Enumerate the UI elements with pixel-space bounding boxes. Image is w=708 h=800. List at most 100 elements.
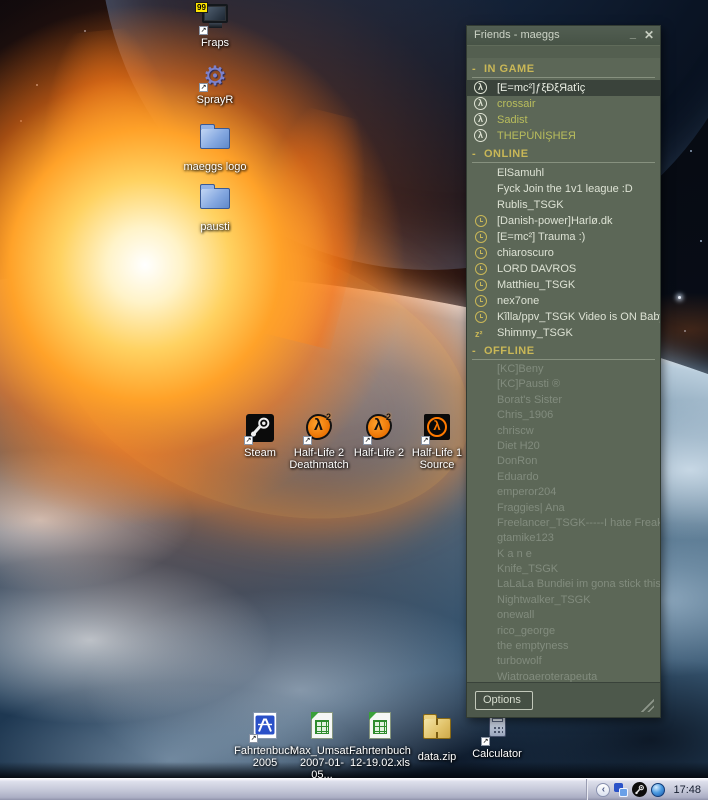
friend-row-e-mc-a-i[interactable]: λ[E=mc²]ƒξÐξЯaťiç xyxy=(467,80,660,96)
friend-row-matthieu-tsgk[interactable]: Matthieu_TSGK xyxy=(467,277,660,293)
desktop-icon-maeggs-logo[interactable]: maeggs logo xyxy=(177,121,253,173)
calculator-icon xyxy=(489,715,506,737)
friend-name: Wiatroaeroterapeuta xyxy=(497,671,597,682)
tray-blue-orb-icon[interactable] xyxy=(651,783,665,797)
tray-messenger-icon[interactable] xyxy=(614,783,628,797)
excel-file-icon xyxy=(311,712,333,739)
minimize-button[interactable]: _ xyxy=(630,29,636,42)
shortcut-arrow-icon: ↗ xyxy=(249,734,258,743)
friend-row-chriscw[interactable]: chriscw xyxy=(467,424,660,439)
tray-hide-icons-chevron-icon[interactable]: ‹ xyxy=(596,783,610,797)
friend-name: emperor204 xyxy=(497,486,556,498)
friend-row-sadist[interactable]: λSadist xyxy=(467,112,660,128)
shortcut-arrow-icon: ↗ xyxy=(199,83,208,92)
friend-row-kc-pausti[interactable]: [KC]Pausti ® xyxy=(467,377,660,392)
friend-row-knife-tsgk[interactable]: Knife_TSGK xyxy=(467,562,660,577)
friend-row-onewall[interactable]: onewall xyxy=(467,608,660,623)
excel-icon-art xyxy=(363,712,397,743)
friend-row-diet-h20[interactable]: Diet H20 xyxy=(467,439,660,454)
friend-row-turbowolf[interactable]: turbowolf xyxy=(467,654,660,669)
friend-row-lalala-bundiei-im-gona-stick-this-way-lalala[interactable]: LaLaLa Bundiei im gona stick this way, L… xyxy=(467,577,660,592)
icon-label: Max_Umsat...2007-01-05... xyxy=(290,745,354,778)
desktop-icon-fraps[interactable]: 99↗ Fraps xyxy=(177,1,253,49)
resize-grip[interactable] xyxy=(638,698,654,712)
section-header-label: ONLINE xyxy=(484,148,529,160)
friend-row-nex7one[interactable]: nex7one xyxy=(467,293,660,309)
section-collapse-toggle[interactable]: - xyxy=(472,148,476,160)
in-game-status-icon: λ xyxy=(474,97,487,110)
shortcut-arrow-icon: ↗ xyxy=(244,436,253,445)
shortcut-arrow-icon: ↗ xyxy=(363,436,372,445)
friend-row-danish-power-harl-dk[interactable]: [Danish-power]Harlø.dk xyxy=(467,213,660,229)
friend-row-freelancer-tsgk-i-hate-freaking-posers[interactable]: Freelancer_TSGK-----I hate Freaking POSE… xyxy=(467,516,660,531)
friend-name: Nightwalker_TSGK xyxy=(497,594,591,606)
friend-row-e-mc-trauma[interactable]: [E=mc²] Trauma :) xyxy=(467,229,660,245)
friend-row-nightwalker-tsgk[interactable]: Nightwalker_TSGK xyxy=(467,593,660,608)
friend-name: Freelancer_TSGK-----I hate Freaking POSE… xyxy=(497,517,660,529)
friend-row-kc-beny[interactable]: [KC]Beny xyxy=(467,362,660,377)
friend-row-chiaroscuro[interactable]: chiaroscuro xyxy=(467,245,660,261)
friends-window-title: Friends - maeggs xyxy=(474,29,560,41)
icon-label: Fahrtenbuch2005 xyxy=(233,745,297,769)
away-clock-icon xyxy=(475,215,487,227)
icon-label: Half-Life 1Source xyxy=(405,447,469,471)
friend-row-shimmy-tsgk[interactable]: z²Shimmy_TSGK xyxy=(467,325,660,341)
desktop-icon-sprayr[interactable]: ⚙↗SprayR xyxy=(177,61,253,106)
fraps-icon-art: 99↗ xyxy=(198,4,232,35)
hl1-icon-art: λ↗ xyxy=(420,414,454,445)
desktop-icon-steam[interactable]: ↗ Steam xyxy=(228,413,292,459)
desktop-icon-half-life-2[interactable]: λ2↗Half-Life 2 xyxy=(347,413,411,459)
friend-row-wiatroaeroterapeuta[interactable]: Wiatroaeroterapeuta xyxy=(467,670,660,682)
snooze-icon: z² xyxy=(475,326,483,341)
icon-label: Fraps xyxy=(177,37,253,49)
friend-row-chris-1906[interactable]: Chris_1906 xyxy=(467,408,660,423)
desktop-icon-pausti[interactable]: pausti xyxy=(177,181,253,233)
icon-label: Steam xyxy=(228,447,292,459)
friend-row-k-lla-ppv-tsgk-video-is-on-baby-4-real[interactable]: Kĩlla/ppv_TSGK Video is ON Baby 4 real !… xyxy=(467,309,660,325)
friend-row-gtamike123[interactable]: gtamike123 xyxy=(467,531,660,546)
options-button[interactable]: Options xyxy=(475,691,533,710)
friends-window-titlebar[interactable]: Friends - maeggs _ ✕ xyxy=(467,26,660,45)
close-button[interactable]: ✕ xyxy=(644,26,654,45)
desktop-icon-half-life-1-source[interactable]: λ↗Half-Life 1Source xyxy=(405,413,469,471)
excel-file-icon xyxy=(369,712,391,739)
desktop[interactable]: 99↗Fraps⚙↗SprayRmaeggs logopausti↗Steamλ… xyxy=(0,0,708,778)
desktop-icon-fahrtenbuch-2005[interactable]: ↗ Fahrtenbuch2005 xyxy=(233,711,297,769)
system-tray: ‹ 17:48 xyxy=(586,779,708,800)
desktop-icon-calculator[interactable]: ↗Calculator xyxy=(465,711,529,760)
desktop-icon-data-zip[interactable]: data.zip xyxy=(405,711,469,763)
friend-name: [E=mc²]ƒξÐξЯaťiç xyxy=(497,82,585,94)
away-clock-icon xyxy=(475,311,487,323)
friend-row-borat-s-sister[interactable]: Borat's Sister xyxy=(467,393,660,408)
friend-name: gtamike123 xyxy=(497,532,554,544)
hl2-icon-art: λ2↗ xyxy=(302,414,336,445)
tray-steam-icon[interactable] xyxy=(632,782,647,797)
friend-row-emperor204[interactable]: emperor204 xyxy=(467,485,660,500)
friend-name: Borat's Sister xyxy=(497,394,562,406)
section-collapse-toggle[interactable]: - xyxy=(472,345,476,357)
friend-row-eduardo[interactable]: Eduardo xyxy=(467,470,660,485)
friend-row-thep-ni-he[interactable]: λTHEPÚNİŞHEЯ xyxy=(467,128,660,144)
friend-row-donron[interactable]: DonRon xyxy=(467,454,660,469)
desktop-icon-half-life-2-deathmatch[interactable]: λ2↗Half-Life 2Deathmatch xyxy=(287,413,351,471)
desktop-icon-max-umsat-2007-01-05[interactable]: Max_Umsat...2007-01-05... xyxy=(290,711,354,778)
folder-icon xyxy=(200,188,230,209)
friend-row-elsamuhl[interactable]: ElSamuhl xyxy=(467,165,660,181)
friend-row-rico-george[interactable]: rico_george xyxy=(467,624,660,639)
friend-row-crossair[interactable]: λcrossair xyxy=(467,96,660,112)
friend-row-the-emptyness[interactable]: the emptyness xyxy=(467,639,660,654)
autobahn-icon-art: ↗ xyxy=(248,712,282,743)
excel-icon-art xyxy=(305,712,339,743)
friend-name: onewall xyxy=(497,609,534,621)
window-controls: _ ✕ xyxy=(630,26,654,45)
desktop-icon-fahrtenbuch-12-19-02-xls[interactable]: Fahrtenbuch12-19.02.xls xyxy=(348,711,412,769)
friend-row-rublis-tsgk[interactable]: Rublis_TSGK xyxy=(467,197,660,213)
friend-name: Sadist xyxy=(497,114,528,126)
friend-row-fraggies-ana[interactable]: Fraggies| Ana xyxy=(467,501,660,516)
steam-icon-art: ↗ xyxy=(243,414,277,445)
tray-clock[interactable]: 17:48 xyxy=(673,784,701,796)
friend-row-k-a-n-e[interactable]: K a n e xyxy=(467,547,660,562)
section-collapse-toggle[interactable]: - xyxy=(472,63,476,75)
friend-row-fyck-join-the-1v1-league-d[interactable]: Fyck Join the 1v1 league :D xyxy=(467,181,660,197)
friend-row-lord-davros[interactable]: LORD DAVROS xyxy=(467,261,660,277)
